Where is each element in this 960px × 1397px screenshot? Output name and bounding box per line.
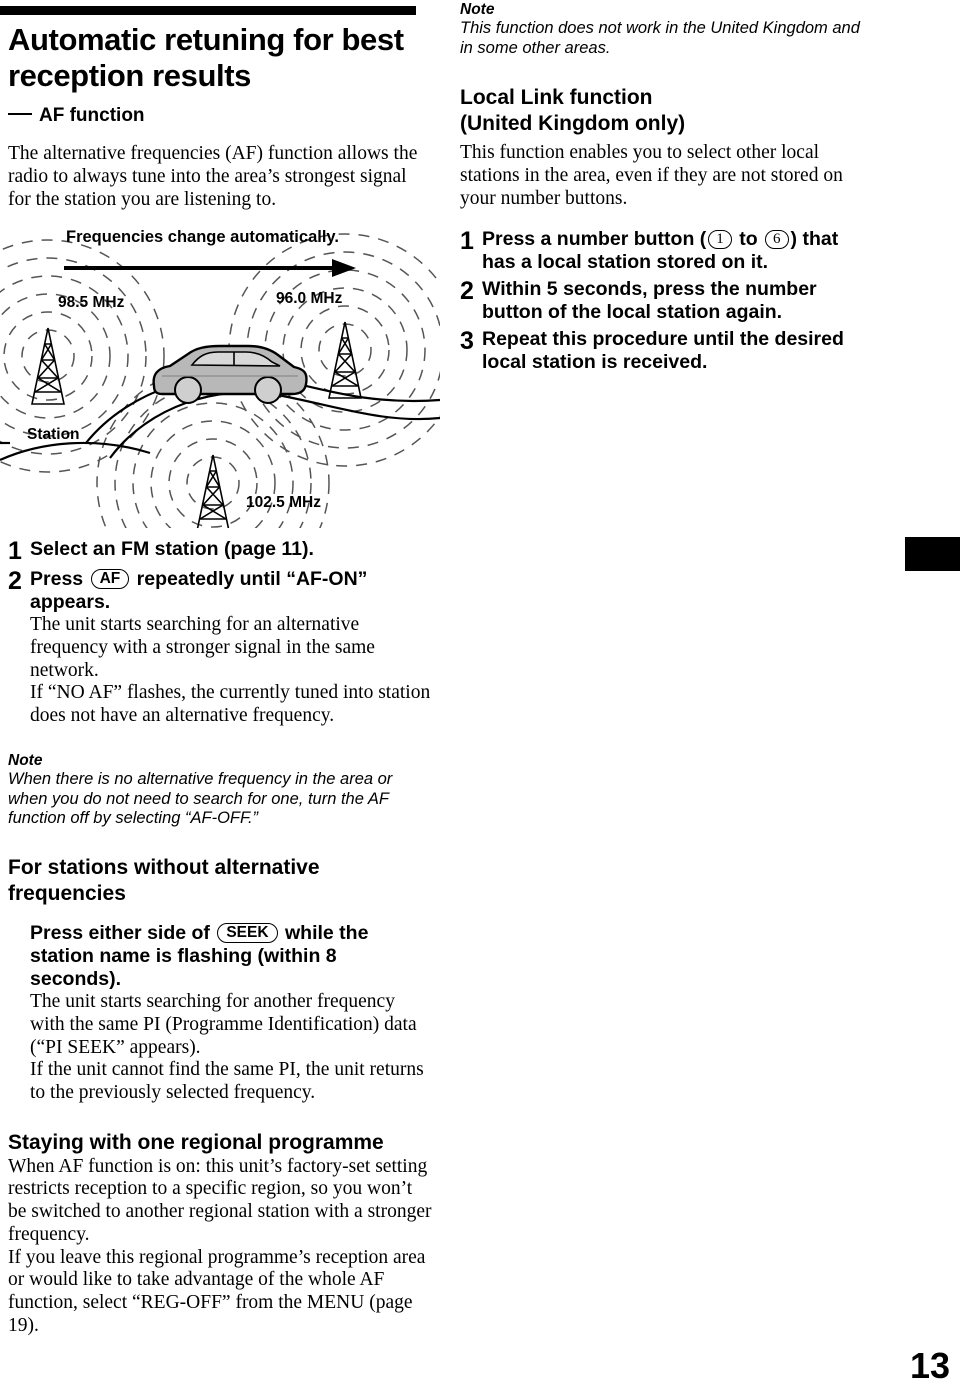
direction-arrow: [64, 259, 356, 277]
number-button-6-keycap[interactable]: 6: [765, 230, 789, 249]
right-step-1: 1 Press a number button (1 to 6) that ha…: [460, 228, 860, 274]
number-button-1-keycap[interactable]: 1: [708, 230, 732, 249]
intro-paragraph: The alternative frequencies (AF) functio…: [8, 143, 418, 210]
step-text-part-3: ): [790, 228, 798, 250]
local-link-heading-line2: (United Kingdom only): [460, 111, 686, 135]
seek-instruction: Press either side of SEEK while the stat…: [30, 922, 432, 991]
step-heading: Press AF repeatedly until “AF-ON” appear…: [30, 568, 432, 614]
seek-button-keycap[interactable]: SEEK: [217, 923, 278, 943]
regional-paragraph-2: If you leave this regional programme’s r…: [8, 1246, 426, 1337]
page-subtitle-label: AF function: [39, 105, 145, 126]
heading-no-alt-frequencies: For stations without alternative frequen…: [8, 856, 320, 905]
step-text-part-1: Press a number button (: [482, 228, 707, 250]
step-number: 1: [8, 537, 22, 565]
right-note-text: This function does not work in the Unite…: [460, 19, 860, 57]
right-step-3: 3 Repeat this procedure until the desire…: [460, 328, 860, 374]
step-number: 2: [8, 567, 22, 595]
dash-rule: [8, 113, 32, 115]
af-button-keycap[interactable]: AF: [90, 569, 130, 589]
right-note-label: Note: [460, 1, 495, 18]
step-heading: Select an FM station (page 11).: [30, 538, 314, 560]
step-detail: The unit starts searching for an alterna…: [30, 614, 431, 727]
local-link-heading-line1: Local Link function: [460, 86, 653, 109]
right-step-2: 2 Within 5 seconds, press the number but…: [460, 278, 860, 324]
note-text: When there is no alternative frequency i…: [8, 770, 393, 828]
header-rule: [0, 6, 416, 15]
local-link-intro: This function enables you to select othe…: [460, 142, 843, 209]
heading-regional-programme: Staying with one regional programme: [8, 1131, 384, 1154]
step-number: 3: [460, 327, 474, 355]
step-heading: Repeat this procedure until the desired …: [482, 328, 844, 373]
seek-detail: The unit starts searching for another fr…: [30, 991, 424, 1104]
note-label: Note: [8, 752, 43, 769]
seek-instruction-pre: Press either side of: [30, 922, 210, 944]
step-heading-pre: Press: [30, 568, 84, 590]
page-number: 13: [909, 1345, 950, 1386]
step-heading: Within 5 seconds, press the number butto…: [482, 278, 817, 323]
left-step-1: 1 Select an FM station (page 11).: [8, 538, 432, 564]
step-heading: Press a number button (1 to 6) that has …: [482, 228, 860, 274]
step-number: 1: [460, 227, 474, 255]
af-diagram: Frequencies change automatically. 98.5 M…: [0, 228, 440, 528]
step-number: 2: [460, 277, 474, 305]
edge-thumb-index-marker: [905, 537, 960, 571]
regional-paragraph-1: When AF function is on: this unit’s fact…: [8, 1155, 432, 1245]
step-text-part-2: to: [739, 228, 758, 250]
page-title: Automatic retuning for best reception re…: [8, 22, 404, 93]
left-step-2: 2 Press AF repeatedly until “AF-ON” appe…: [8, 568, 432, 728]
page-subtitle: AF function: [8, 104, 432, 128]
